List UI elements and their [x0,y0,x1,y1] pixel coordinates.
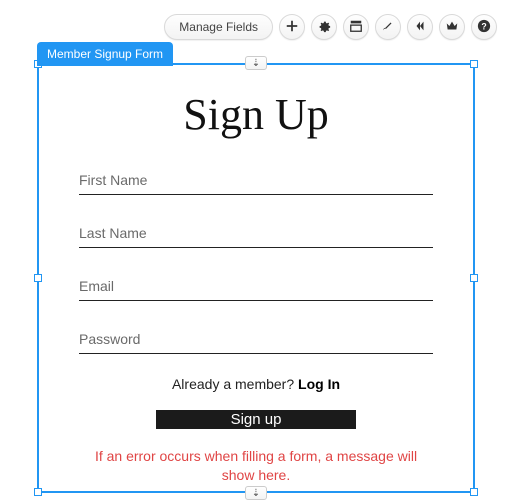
resize-handle-ml[interactable] [34,274,42,282]
first-name-field[interactable]: First Name [79,164,433,195]
resize-handle-bl[interactable] [34,488,42,496]
login-link[interactable]: Log In [298,376,340,392]
signup-form: Sign Up First Name Last Name Email Passw… [45,71,467,485]
login-row: Already a member? Log In [79,376,433,392]
element-tag[interactable]: Member Signup Form [37,42,173,66]
element-tag-label: Member Signup Form [47,47,163,61]
design-button[interactable] [375,14,401,40]
resize-handle-mr[interactable] [470,274,478,282]
resize-handle-br[interactable] [470,488,478,496]
resize-handle-tr[interactable] [470,60,478,68]
gear-icon [317,19,331,36]
download-icon: ⇣ [252,58,260,69]
brush-icon [381,19,395,36]
layout-button[interactable] [343,14,369,40]
question-icon: ? [477,19,491,36]
add-button[interactable] [279,14,305,40]
form-title: Sign Up [79,89,433,140]
stretch-handle-top[interactable]: ⇣ [245,56,267,70]
layout-icon [349,19,363,36]
upgrade-button[interactable] [439,14,465,40]
help-button[interactable]: ? [471,14,497,40]
selection-box: ⇣ ⇣ Sign Up First Name Last Name Email P… [37,63,475,493]
editor-toolbar: Manage Fields ? [164,14,497,40]
manage-fields-button[interactable]: Manage Fields [164,14,273,40]
manage-fields-label: Manage Fields [179,20,258,34]
password-field[interactable]: Password [79,323,433,354]
error-message: If an error occurs when filling a form, … [79,447,433,485]
download-icon: ⇣ [252,488,260,499]
animation-button[interactable] [407,14,433,40]
settings-button[interactable] [311,14,337,40]
login-prompt: Already a member? [172,376,298,392]
email-field[interactable]: Email [79,270,433,301]
chevrons-left-icon [413,19,427,36]
last-name-field[interactable]: Last Name [79,217,433,248]
crown-icon [445,19,459,36]
plus-icon [285,19,299,36]
signup-button[interactable]: Sign up [156,410,356,429]
svg-text:?: ? [481,21,486,31]
stretch-handle-bottom[interactable]: ⇣ [245,486,267,500]
